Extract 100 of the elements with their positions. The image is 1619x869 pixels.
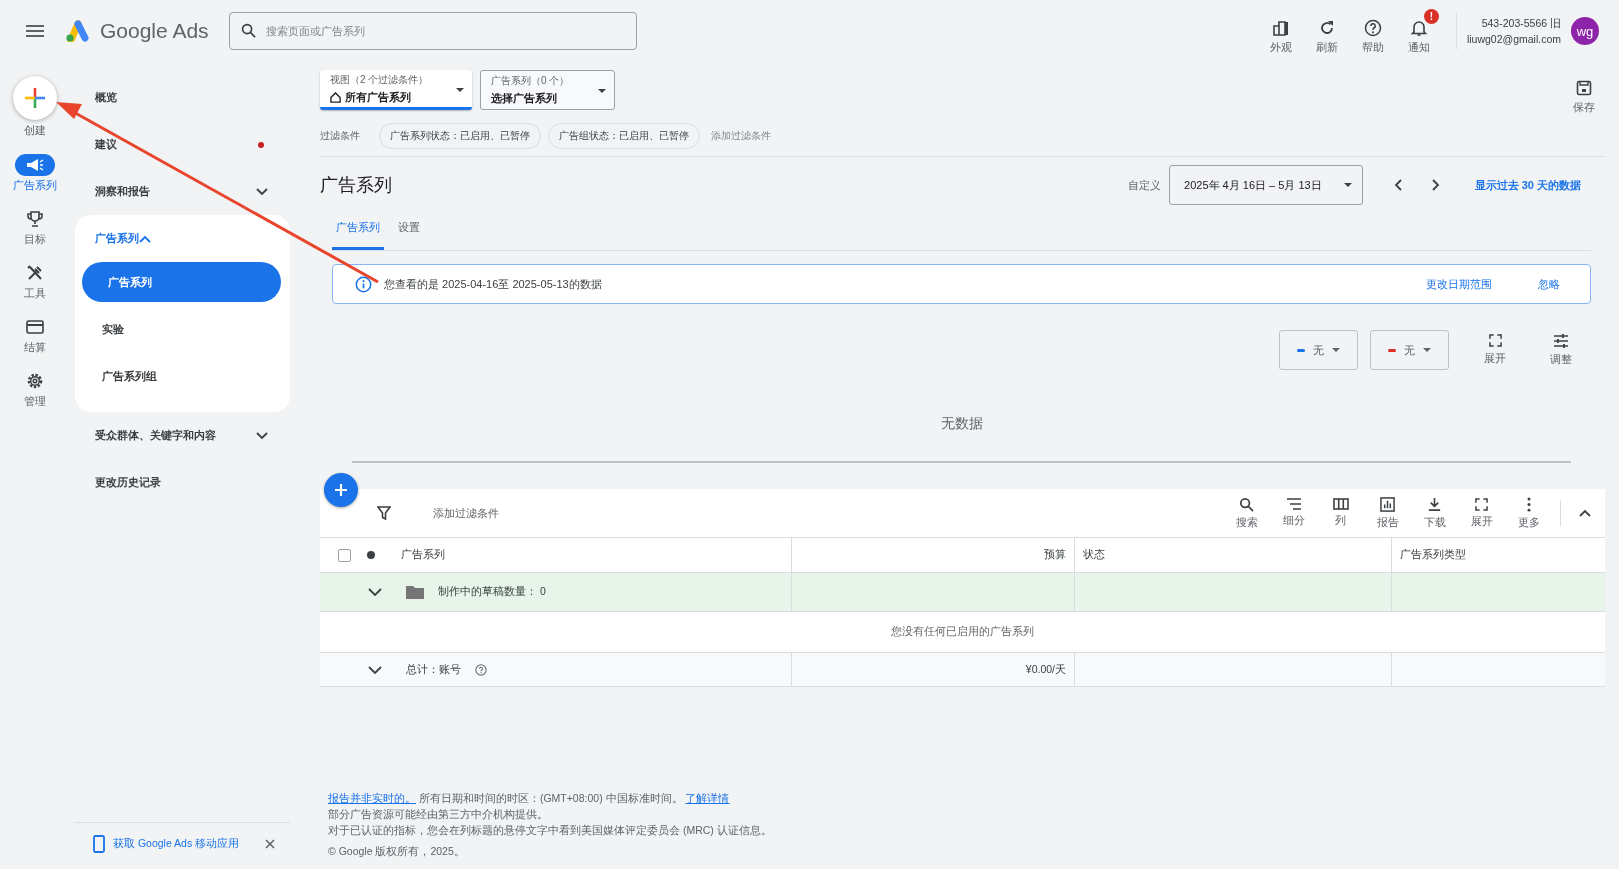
adjust-chart-button[interactable]: 调整 xyxy=(1541,333,1581,367)
help-button[interactable]: 帮助 xyxy=(1349,7,1396,55)
chevron-down-icon[interactable] xyxy=(368,665,382,674)
nav-group[interactable]: 洞察和报告 xyxy=(75,168,290,215)
nav-subitem[interactable]: 广告系列组 xyxy=(75,353,290,400)
create-button[interactable] xyxy=(13,76,57,120)
nav-subitem[interactable]: 广告系列 xyxy=(82,262,281,302)
collapse-icon[interactable] xyxy=(1579,509,1591,517)
add-filter-link[interactable]: 添加过滤条件 xyxy=(711,129,771,143)
change-date-range-link[interactable]: 更改日期范围 xyxy=(1426,276,1492,292)
page-title: 广告系列 xyxy=(320,174,392,197)
metric-dropdown[interactable]: 无 xyxy=(1370,330,1449,370)
add-filter-field[interactable]: 添加过滤条件 xyxy=(433,505,499,521)
refresh-button[interactable]: 刷新 xyxy=(1303,7,1350,55)
empty-chart-message: 无数据 xyxy=(939,415,984,433)
rail-item[interactable]: 目标 xyxy=(15,208,55,247)
footer-text: 部分广告资源可能经由第三方中介机构提供。 xyxy=(328,808,549,822)
nav-item[interactable]: 概览 xyxy=(75,74,290,121)
rail-item[interactable]: 管理 xyxy=(15,370,55,409)
phone-icon xyxy=(93,835,105,853)
rail-item[interactable]: 工具 xyxy=(15,262,55,301)
help-icon xyxy=(1363,19,1382,37)
previous-icon[interactable] xyxy=(1393,179,1402,191)
chart-icon xyxy=(1380,496,1395,512)
download-tool[interactable]: 下载 xyxy=(1411,496,1458,530)
table-cell: ¥0.00/天 xyxy=(1025,662,1066,677)
search-tool[interactable]: 搜索 xyxy=(1223,496,1270,530)
segment-tool[interactable]: 细分 xyxy=(1270,498,1317,528)
sliders-icon xyxy=(1553,333,1569,348)
expand-icon xyxy=(1488,334,1502,347)
close-icon[interactable] xyxy=(265,839,275,849)
campaign-dropdown[interactable]: 广告系列（0 个） 选择广告系列 xyxy=(480,70,615,110)
report-tool[interactable]: 报告 xyxy=(1364,496,1411,530)
metric-dropdown[interactable]: 无 xyxy=(1279,330,1358,370)
search-field[interactable]: 搜索页面或广告系列 xyxy=(228,12,637,50)
save-button[interactable]: 保存 xyxy=(1567,80,1601,115)
caret-icon xyxy=(1423,348,1431,352)
column-header[interactable]: 状态 xyxy=(1083,548,1105,562)
column-header[interactable]: 广告系列 xyxy=(401,548,445,562)
create-label: 创建 xyxy=(24,124,46,138)
appearance-button[interactable]: 外观 xyxy=(1257,7,1304,55)
banner-text: 您查看的是 2025-04-16至 2025-05-13的数据 xyxy=(384,276,602,292)
notification-badge: ! xyxy=(1423,9,1439,24)
notifications-button[interactable]: ! 通知 xyxy=(1395,7,1442,55)
view-dropdown[interactable]: 视图（2 个过滤条件） 所有广告系列 xyxy=(320,70,472,110)
date-range-dropdown[interactable]: 2025年 4月 16日 – 5月 13日 xyxy=(1169,165,1363,205)
nav-item[interactable]: 更改历史记录 xyxy=(75,459,290,506)
mobile-app-link[interactable]: 获取 Google Ads 移动应用 xyxy=(113,837,257,851)
plus-icon xyxy=(24,87,46,109)
select-all-checkbox[interactable] xyxy=(338,548,351,562)
folder-icon xyxy=(406,585,424,599)
rail-item[interactable]: 结算 xyxy=(15,316,55,355)
nav-group[interactable]: 广告系列 xyxy=(75,215,173,262)
add-campaign-button[interactable] xyxy=(324,473,358,507)
search-icon xyxy=(1239,496,1254,512)
table-cell: 总计：账号 xyxy=(406,662,461,677)
caret-icon xyxy=(1332,348,1340,352)
nav-subitem[interactable]: 实验 xyxy=(75,306,290,353)
caret-icon xyxy=(456,88,464,92)
not-realtime-link[interactable]: 报告并非实时的。 xyxy=(328,792,416,804)
nav-group[interactable]: 受众群体、关键字和内容 xyxy=(75,412,290,459)
dismiss-link[interactable]: 忽略 xyxy=(1538,276,1560,292)
nav-item[interactable]: 建议 xyxy=(75,121,290,168)
card-icon xyxy=(26,320,44,334)
filters-label: 过滤条件 xyxy=(320,129,360,143)
expand-icon xyxy=(1475,497,1488,511)
status-dot xyxy=(367,551,375,559)
search-icon xyxy=(240,23,256,38)
table-cell: 制作中的草稿数量： 0 xyxy=(438,585,546,599)
menu-icon[interactable] xyxy=(26,25,44,37)
tab[interactable]: 广告系列 xyxy=(332,220,384,250)
more-tool[interactable]: 更多 xyxy=(1505,496,1552,530)
download-icon xyxy=(1427,496,1442,512)
tab[interactable]: 设置 xyxy=(394,220,424,250)
chevron-down-icon[interactable] xyxy=(368,588,382,596)
account-id: 543-203-5566 旧 xyxy=(1481,17,1561,31)
copyright: © Google 版权所有，2025。 xyxy=(328,845,466,859)
bell-icon xyxy=(1409,19,1428,37)
column-header[interactable]: 预算 xyxy=(1044,548,1066,562)
more-icon xyxy=(1526,496,1531,512)
bar-chart-icon xyxy=(1271,19,1290,37)
account-email: liuwg02@gmail.com xyxy=(1466,33,1561,45)
chevron-up-icon xyxy=(139,234,151,243)
megaphone-icon xyxy=(26,158,44,172)
help-icon[interactable] xyxy=(475,663,487,676)
filter-icon[interactable] xyxy=(377,506,391,520)
chevron-down-icon xyxy=(256,187,268,196)
save-icon xyxy=(1576,80,1592,96)
lines-icon xyxy=(1285,498,1302,510)
footer-text: 报告并非实时的。 所有日期和时间的时区：(GMT+08:00) 中国标准时间。 了解详情 xyxy=(328,792,731,806)
column-header[interactable]: 广告系列类型 xyxy=(1400,548,1466,562)
avatar[interactable]: wg xyxy=(1571,17,1599,45)
product-name: Google Ads xyxy=(100,19,209,43)
columns-tool[interactable]: 列 xyxy=(1317,498,1364,528)
expand-chart-button[interactable]: 展开 xyxy=(1475,334,1515,366)
learn-more-link[interactable]: 了解详情 xyxy=(685,792,730,804)
expand-tool[interactable]: 展开 xyxy=(1458,497,1505,529)
next-icon[interactable] xyxy=(1431,179,1440,191)
footer-text: 对于已认证的指标，您会在列标题的悬停文字中看到美国媒体评定委员会 (MRC) 认证信息。 xyxy=(328,824,773,838)
last-30-days-link[interactable]: 显示过去 30 天的数据 xyxy=(1474,177,1581,193)
